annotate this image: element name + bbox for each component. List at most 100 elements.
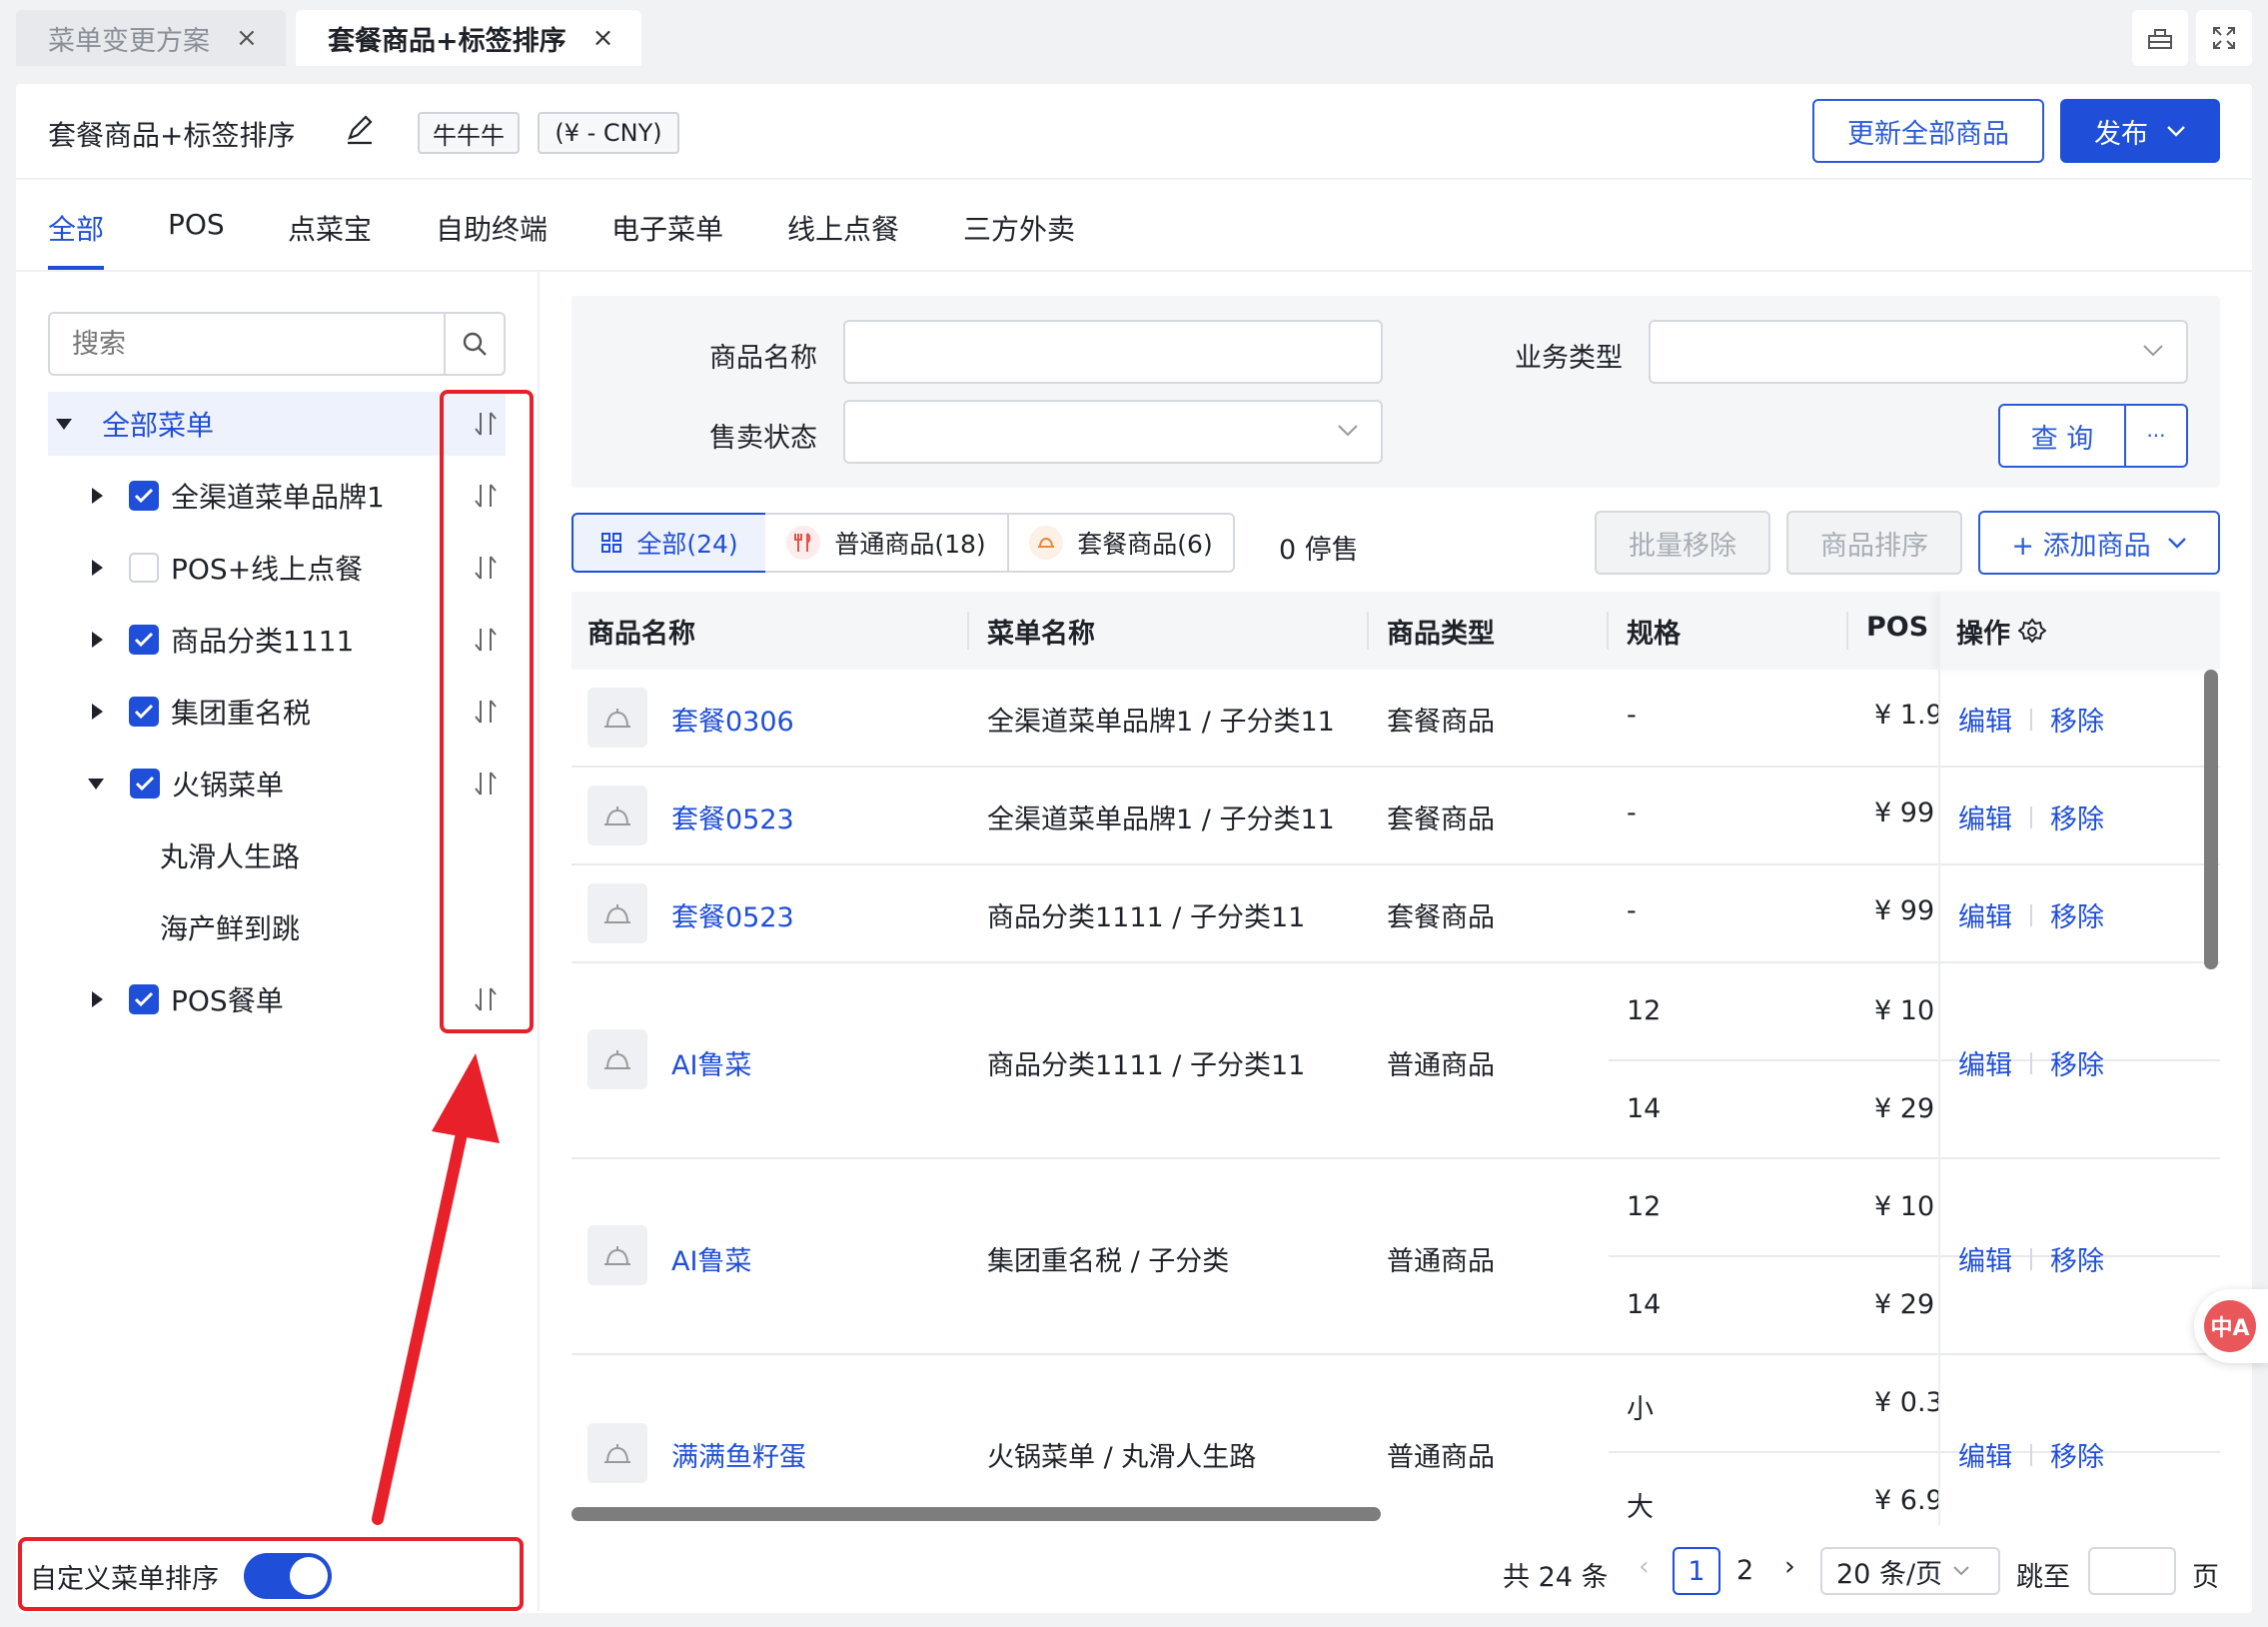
tree-item-brand1[interactable]: 全渠道菜单品牌1 — [48, 464, 506, 528]
status-select[interactable] — [843, 400, 1383, 464]
page-title: 套餐商品+标签排序 — [48, 119, 296, 152]
window-tab-combo[interactable]: 套餐商品+标签排序 × — [296, 10, 641, 66]
edit-link[interactable]: 编辑 — [1958, 1435, 2012, 1474]
tab-pos[interactable]: POS — [168, 208, 225, 241]
fullscreen-icon[interactable] — [2196, 10, 2252, 66]
status-filter-label: 售卖状态 — [709, 423, 817, 454]
expand-icon[interactable] — [92, 488, 103, 504]
expand-icon[interactable] — [92, 991, 103, 1007]
tree-item-category1111[interactable]: 商品分类1111 — [48, 608, 506, 672]
vertical-scrollbar[interactable] — [2204, 670, 2218, 969]
search-icon[interactable] — [444, 314, 504, 374]
checkbox-checked[interactable] — [129, 625, 159, 655]
remove-link[interactable]: 移除 — [2050, 1043, 2104, 1082]
close-icon[interactable]: × — [592, 23, 614, 53]
checkbox-unchecked[interactable] — [129, 553, 159, 583]
checkbox-checked[interactable] — [129, 984, 159, 1014]
name-input[interactable] — [843, 320, 1383, 384]
edit-title-icon[interactable] — [344, 114, 376, 146]
segment-all[interactable]: 全部(24) — [571, 513, 767, 573]
tree-item-all-menus[interactable]: 全部菜单 — [48, 392, 506, 456]
edit-link[interactable]: 编辑 — [1958, 798, 2012, 836]
tab-online-order[interactable]: 线上点餐 — [787, 208, 899, 248]
tree-item-label: 丸滑人生路 — [160, 840, 301, 873]
tab-label: 套餐商品+标签排序 — [328, 25, 567, 57]
tab-self-service[interactable]: 自助终端 — [436, 208, 548, 248]
batch-remove-button[interactable]: 批量移除 — [1595, 511, 1770, 575]
product-name-link[interactable]: AI鲁菜 — [671, 1239, 751, 1278]
checkbox-checked[interactable] — [129, 697, 159, 727]
row-actions: 编辑 移除 — [1958, 1435, 2104, 1474]
product-thumb — [587, 688, 647, 748]
translate-float-button[interactable]: 中A — [2194, 1289, 2268, 1363]
menu-name: 商品分类1111 / 子分类11 — [987, 902, 1306, 933]
segment-combo[interactable]: 套餐商品(6) — [1007, 513, 1235, 573]
biz-type-select[interactable] — [1649, 320, 2188, 384]
page-2-button[interactable]: 2 — [1736, 1555, 1753, 1586]
product-name-link[interactable]: 套餐0523 — [671, 798, 794, 836]
sidebar-search[interactable] — [48, 312, 506, 376]
expand-icon[interactable] — [92, 704, 103, 720]
edit-link[interactable]: 编辑 — [1958, 895, 2012, 934]
tree-item-group-tax[interactable]: 集团重名税 — [48, 680, 506, 744]
row-divider — [571, 863, 2220, 865]
page-unit: 页 — [2192, 1562, 2219, 1593]
remove-link[interactable]: 移除 — [2050, 1435, 2104, 1474]
share-icon[interactable] — [2132, 10, 2188, 66]
collapse-icon[interactable] — [56, 418, 72, 430]
tree-item-label: POS餐单 — [171, 984, 284, 1017]
spec-divider — [1609, 1059, 2220, 1061]
product-name-link[interactable]: AI鲁菜 — [671, 1043, 751, 1082]
spec-divider — [1609, 1451, 2220, 1453]
next-page-icon[interactable]: › — [1784, 1551, 1795, 1582]
query-button[interactable]: 查 询 — [1998, 404, 2126, 468]
prev-page-icon[interactable]: ‹ — [1639, 1551, 1650, 1582]
tree-item-sub-1[interactable]: 丸滑人生路 — [48, 823, 506, 887]
remove-link[interactable]: 移除 — [2050, 1239, 2104, 1278]
pos-price: ¥ 0.3 — [1874, 1387, 1940, 1418]
product-type: 普通商品 — [1387, 1442, 1495, 1473]
remove-link[interactable]: 移除 — [2050, 895, 2104, 934]
page-1-button[interactable]: 1 — [1673, 1547, 1720, 1595]
close-icon[interactable]: × — [236, 23, 258, 53]
page-size-select[interactable]: 20 条/页 — [1820, 1547, 2000, 1595]
update-all-button[interactable]: 更新全部商品 — [1812, 99, 2044, 163]
remove-link[interactable]: 移除 — [2050, 798, 2104, 836]
tab-delivery[interactable]: 三方外卖 — [963, 208, 1075, 248]
publish-button[interactable]: 发布 — [2060, 99, 2220, 163]
expand-icon[interactable] — [92, 632, 103, 648]
collapse-icon[interactable] — [88, 778, 104, 790]
tab-all[interactable]: 全部 — [48, 208, 104, 248]
checkbox-checked[interactable] — [130, 769, 160, 799]
stopped-count[interactable]: 0 停售 — [1279, 528, 1359, 567]
product-name-link[interactable]: 满满鱼籽蛋 — [671, 1435, 806, 1474]
product-sort-button[interactable]: 商品排序 — [1786, 511, 1962, 575]
window-tab-plan[interactable]: 菜单变更方案 × — [16, 10, 286, 66]
custom-sort-toggle[interactable] — [244, 1553, 332, 1599]
more-button[interactable]: ··· — [2124, 404, 2188, 468]
edit-link[interactable]: 编辑 — [1958, 700, 2012, 739]
edit-link[interactable]: 编辑 — [1958, 1043, 2012, 1082]
tree-item-pos-menu[interactable]: POS餐单 — [48, 967, 506, 1031]
segment-regular[interactable]: 普通商品(18) — [765, 513, 1009, 573]
tree-item-hotpot[interactable]: 火锅菜单 — [48, 752, 506, 815]
row-divider — [571, 961, 2220, 963]
tree-item-sub-2[interactable]: 海产鲜到跳 — [48, 895, 506, 959]
product-name-link[interactable]: 套餐0523 — [671, 895, 794, 934]
product-name-link[interactable]: 套餐0306 — [671, 700, 794, 739]
add-product-button[interactable]: + 添加商品 — [1978, 511, 2220, 575]
jump-input[interactable] — [2088, 1547, 2176, 1595]
expand-icon[interactable] — [92, 560, 103, 576]
checkbox-checked[interactable] — [129, 481, 159, 511]
tab-diancaibao[interactable]: 点菜宝 — [288, 208, 372, 248]
search-input[interactable] — [50, 314, 442, 374]
pos-price: ¥ 6.9 — [1874, 1485, 1940, 1516]
tree-item-pos-online[interactable]: POS+线上点餐 — [48, 536, 506, 600]
horizontal-scrollbar[interactable] — [571, 1507, 1381, 1521]
remove-link[interactable]: 移除 — [2050, 700, 2104, 739]
col-product-type: 商品类型 — [1387, 619, 1495, 650]
publish-label: 发布 — [2094, 118, 2148, 150]
tab-e-menu[interactable]: 电子菜单 — [611, 208, 723, 248]
gear-icon[interactable] — [2018, 617, 2046, 646]
edit-link[interactable]: 编辑 — [1958, 1239, 2012, 1278]
